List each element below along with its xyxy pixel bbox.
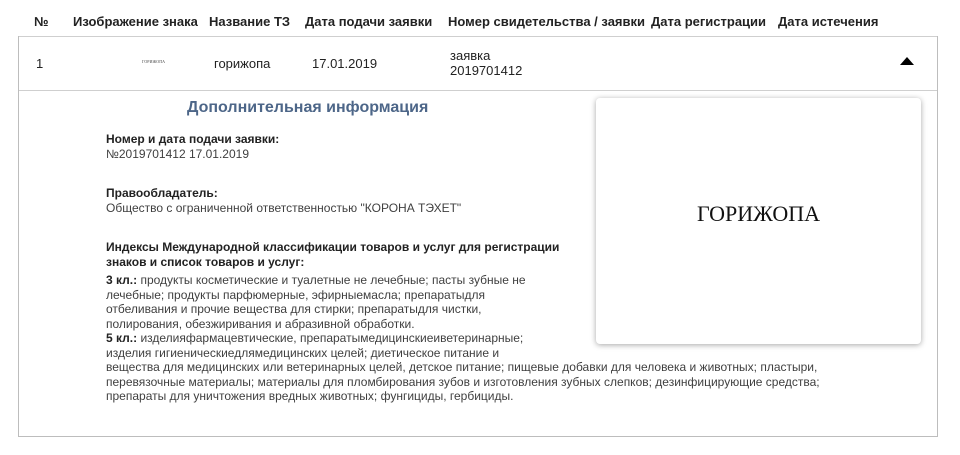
- classes-label-line: Индексы Международной классификации това…: [106, 240, 560, 254]
- application-value: №2019701412 17.01.2019: [106, 146, 250, 161]
- trademark-image-card[interactable]: ГОРИЖОПА: [596, 98, 921, 344]
- column-header-image: Изображение знака: [73, 14, 198, 29]
- classes-label: Индексы Международной классификации това…: [106, 240, 586, 269]
- trademark-name: горижопа: [214, 56, 271, 71]
- certificate-type: заявка: [450, 48, 491, 63]
- class-5-line: препараты для уничтожения вредных животн…: [106, 389, 514, 403]
- triangle-up-icon[interactable]: [900, 57, 914, 65]
- filing-date: 17.01.2019: [312, 56, 378, 71]
- column-header-number: №: [34, 14, 49, 29]
- result-panel: 1 ГОРИЖОПА горижопа 17.01.2019 заявка 20…: [18, 36, 938, 437]
- column-header-registration-date: Дата регистрации: [651, 14, 767, 29]
- holder-label: Правообладатель:: [106, 186, 218, 200]
- column-header-expiration-date: Дата истечения: [778, 14, 879, 29]
- class-5-line: изделия гигиеническиедлямедицинских целе…: [106, 345, 500, 360]
- column-header-name: Название ТЗ: [209, 14, 291, 29]
- trademark-thumbnail: ГОРИЖОПА: [142, 59, 166, 64]
- class-5-line: вещества для медицинских или ветеринарны…: [106, 360, 818, 374]
- column-header-certificate-number: Номер свидетельства / заявки: [448, 14, 646, 29]
- application-label: Номер и дата подачи заявки:: [106, 132, 280, 146]
- class-3-text: продукты косметические и туалетные не ле…: [137, 273, 526, 287]
- holder-info: Правообладатель: Общество с ограниченной…: [106, 186, 586, 215]
- details-title: Дополнительная информация: [187, 99, 429, 116]
- application-number: 2019701412: [450, 63, 523, 78]
- classes-label-line: знаков и список товаров и услуг:: [106, 254, 305, 269]
- class-5-line: перевязочные материалы; материалы для пл…: [106, 374, 820, 389]
- application-info: Номер и дата подачи заявки: №2019701412 …: [106, 132, 586, 161]
- class-5-label: 5 кл.:: [106, 331, 138, 345]
- column-header-filing-date: Дата подачи заявки: [305, 14, 433, 29]
- class-5-text: изделияфармацевтические, препаратымедици…: [137, 331, 524, 345]
- trademark-image-text: ГОРИЖОПА: [696, 201, 820, 226]
- holder-value: Общество с ограниченной ответственностью…: [106, 200, 462, 215]
- class-3-label: 3 кл.:: [106, 273, 138, 287]
- row-number: 1: [36, 56, 44, 71]
- table-header: № Изображение знака Название ТЗ Дата под…: [18, 0, 938, 37]
- table-row[interactable]: 1 ГОРИЖОПА горижопа 17.01.2019 заявка 20…: [19, 36, 937, 91]
